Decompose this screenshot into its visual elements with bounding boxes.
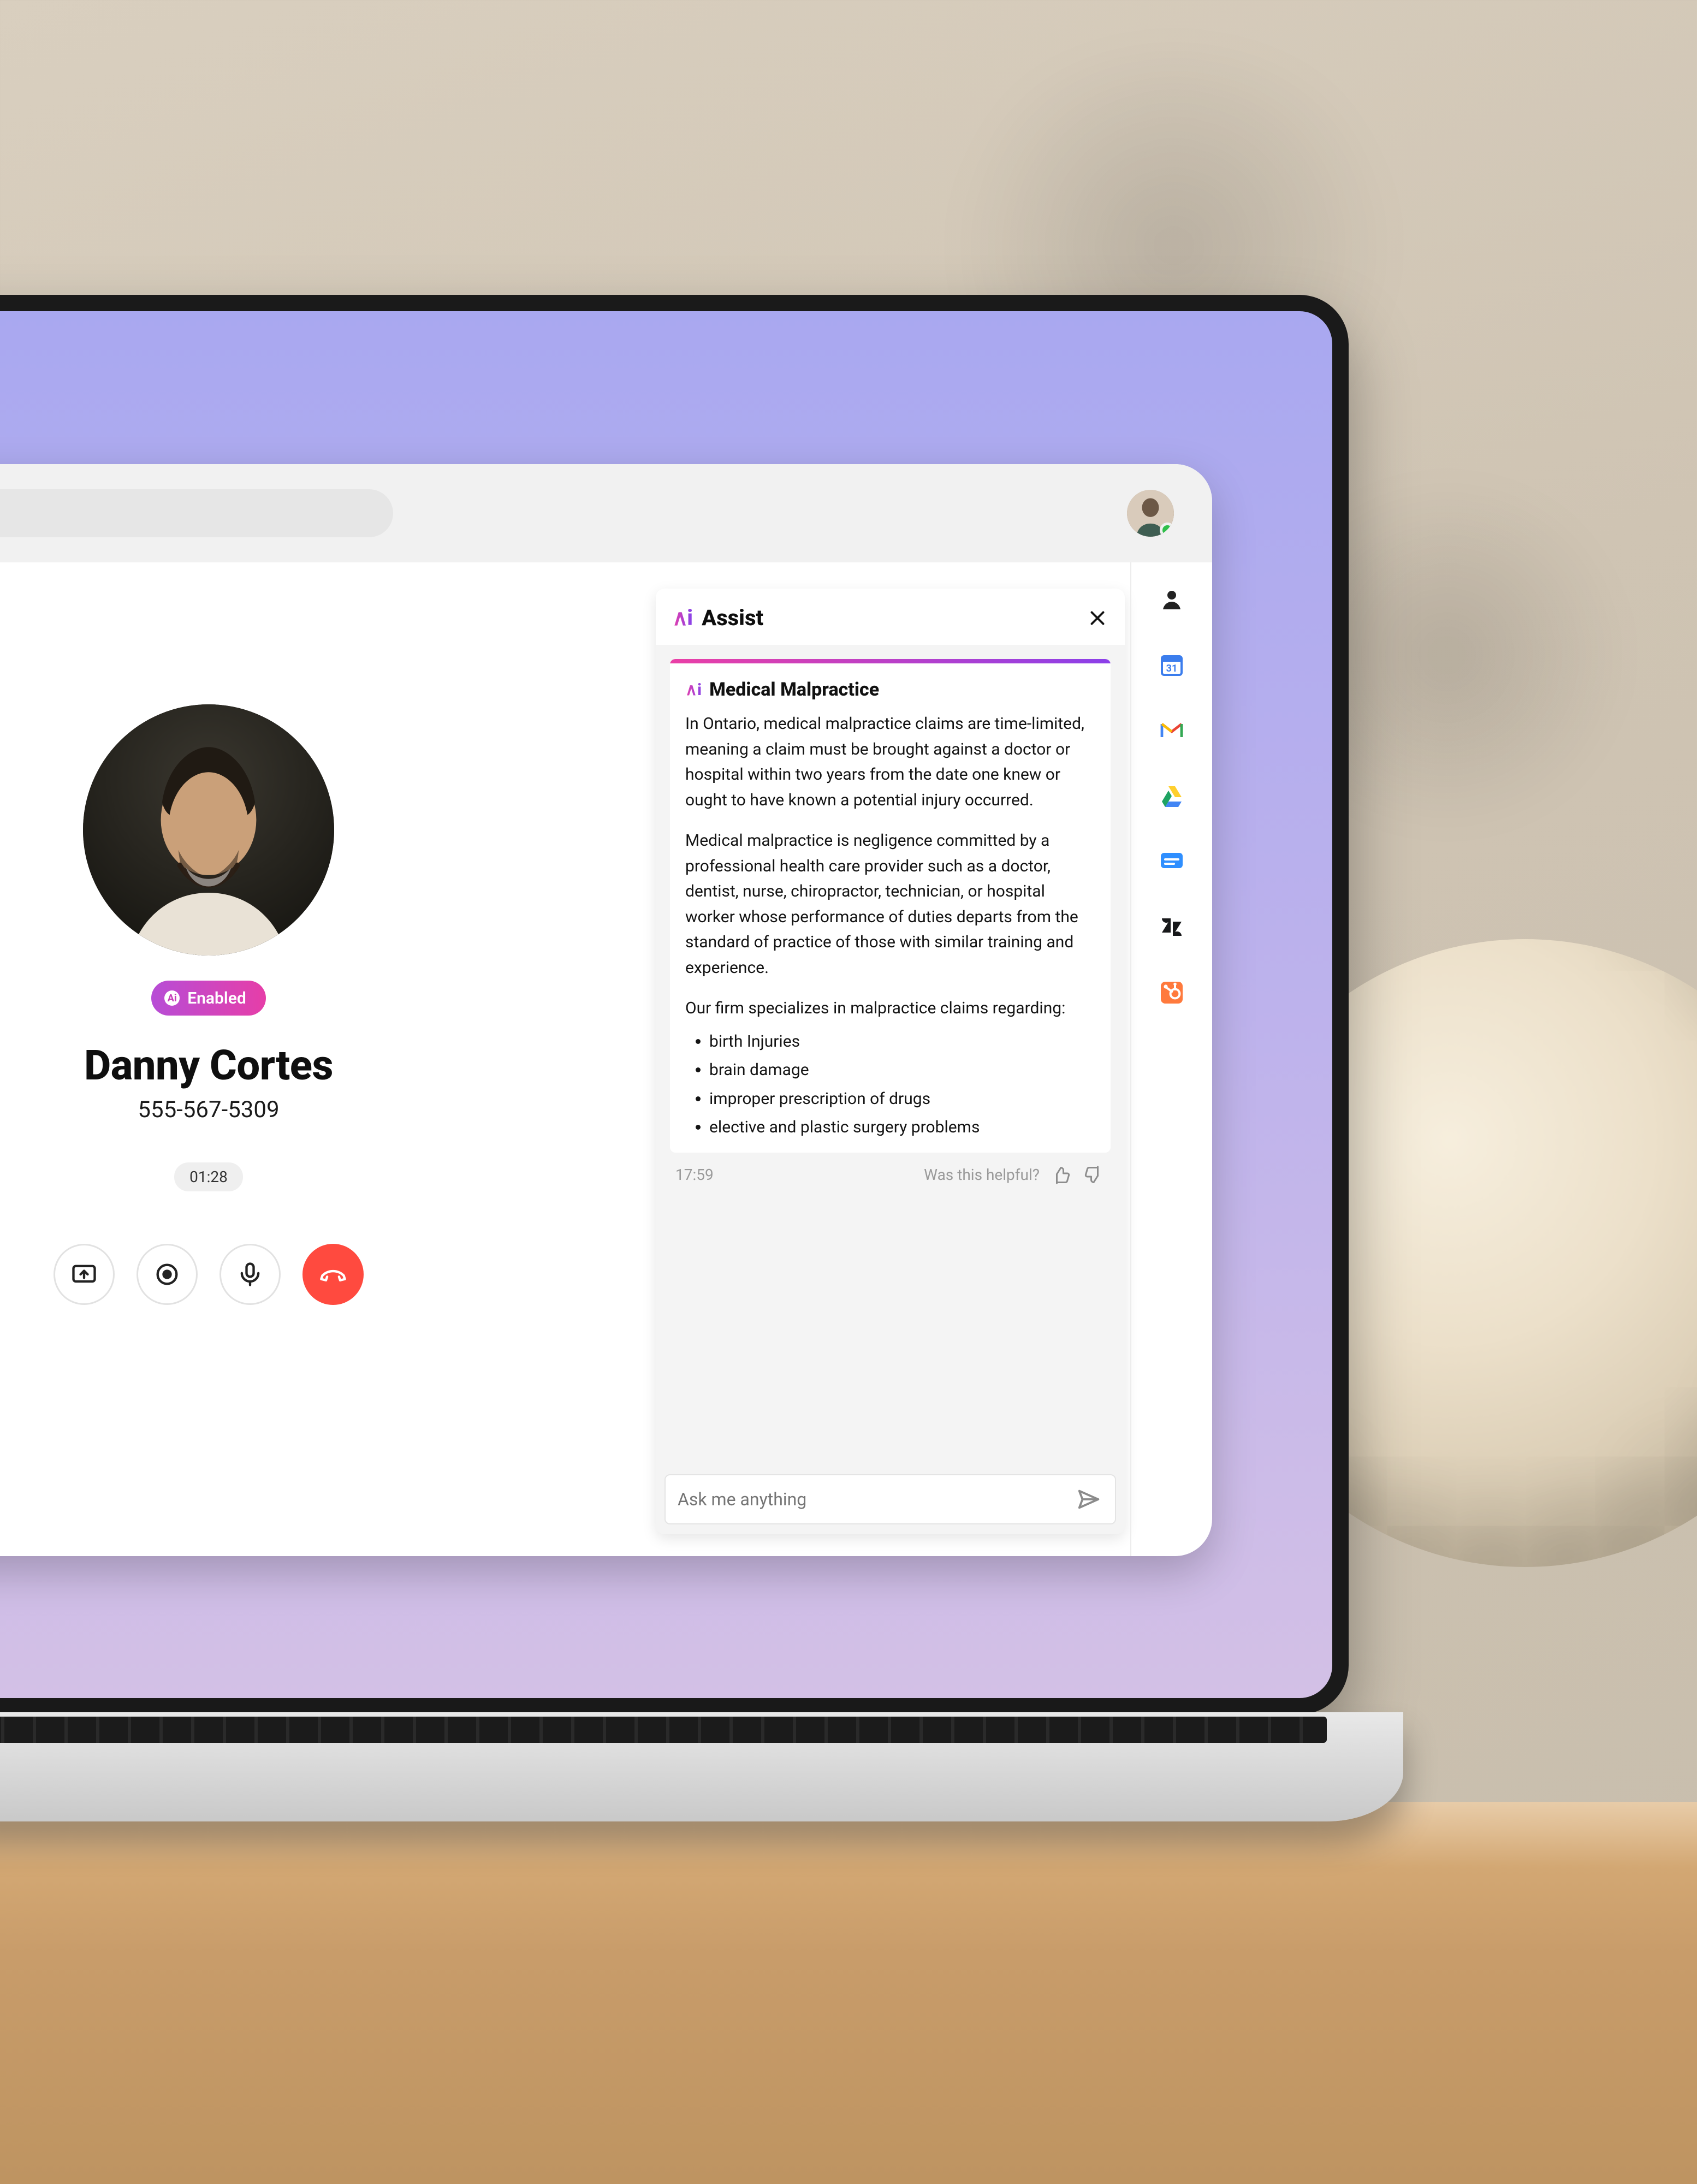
assist-topic-title: Medical Malpractice — [709, 679, 879, 701]
assist-close-button[interactable] — [1087, 607, 1108, 629]
record-button[interactable] — [137, 1244, 198, 1305]
contact-name: Danny Cortes — [84, 1041, 333, 1090]
assist-feedback-prompt: Was this helpful? — [924, 1166, 1040, 1184]
assist-input[interactable] — [664, 1474, 1116, 1524]
assist-meta-row: 17:59 Was this helpful? — [670, 1160, 1111, 1194]
assist-text-field[interactable] — [678, 1489, 1066, 1510]
laptop-screen: Ai Enabled Danny Cortes 555-567-5309 01:… — [0, 295, 1349, 1714]
topic-accent-bar — [670, 659, 1111, 663]
integrations-rail: 31 — [1130, 562, 1212, 1556]
assist-panel: ∧i Assist — [650, 579, 1130, 1534]
assist-panel-title: Assist — [702, 605, 763, 631]
list-item: improper prescription of drugs — [709, 1087, 1095, 1112]
keyboard-row — [0, 1717, 1327, 1743]
call-panel: Ai Enabled Danny Cortes 555-567-5309 01:… — [0, 562, 401, 1556]
google-drive-icon[interactable] — [1158, 782, 1186, 810]
app-window: Ai Enabled Danny Cortes 555-567-5309 01:… — [0, 464, 1212, 1556]
messages-icon[interactable] — [1158, 847, 1186, 876]
assist-answer-card: ∧i Medical Malpractice In Ontario, medic… — [670, 659, 1111, 1153]
ai-enabled-pill[interactable]: Ai Enabled — [151, 981, 266, 1016]
search-input[interactable] — [0, 489, 393, 537]
svg-text:31: 31 — [1166, 663, 1178, 674]
list-item: brain damage — [709, 1058, 1095, 1083]
list-item: birth Injuries — [709, 1029, 1095, 1055]
assist-send-button[interactable] — [1075, 1485, 1103, 1514]
presence-online-icon — [1160, 523, 1174, 537]
assist-paragraph: In Ontario, medical malpractice claims a… — [685, 711, 1095, 813]
gmail-icon[interactable] — [1158, 716, 1186, 745]
assist-timestamp: 17:59 — [675, 1166, 714, 1184]
share-screen-button[interactable] — [54, 1244, 115, 1305]
mute-button[interactable] — [219, 1244, 281, 1305]
call-timer: 01:28 — [174, 1162, 243, 1191]
assist-bullet-list: birth Injuries brain damage improper pre… — [685, 1029, 1095, 1141]
contact-phone: 555-567-5309 — [138, 1096, 279, 1123]
thumbs-down-button[interactable] — [1082, 1164, 1105, 1186]
contact-avatar — [83, 704, 334, 956]
current-user-avatar[interactable] — [1127, 490, 1174, 537]
thumbs-up-button[interactable] — [1049, 1164, 1072, 1186]
app-topbar — [0, 464, 1212, 562]
assist-mark-icon: ∧i — [685, 680, 702, 699]
assist-paragraph: Medical malpractice is negligence commit… — [685, 828, 1095, 981]
calendar-icon[interactable]: 31 — [1158, 651, 1186, 679]
list-item: elective and plastic surgery problems — [709, 1115, 1095, 1141]
hubspot-icon[interactable] — [1158, 978, 1186, 1007]
contact-icon[interactable] — [1158, 585, 1186, 614]
zendesk-icon[interactable] — [1158, 913, 1186, 941]
ai-pill-label: Enabled — [187, 989, 246, 1008]
laptop: Ai Enabled Danny Cortes 555-567-5309 01:… — [0, 295, 1349, 1867]
ai-mark-icon: Ai — [164, 990, 180, 1006]
assist-logo-icon: ∧i — [672, 605, 692, 631]
assist-paragraph: Our firm specializes in malpractice clai… — [685, 996, 1095, 1022]
laptop-keyboard-deck — [0, 1712, 1403, 1821]
end-call-button[interactable] — [302, 1244, 364, 1305]
call-controls — [54, 1244, 364, 1305]
